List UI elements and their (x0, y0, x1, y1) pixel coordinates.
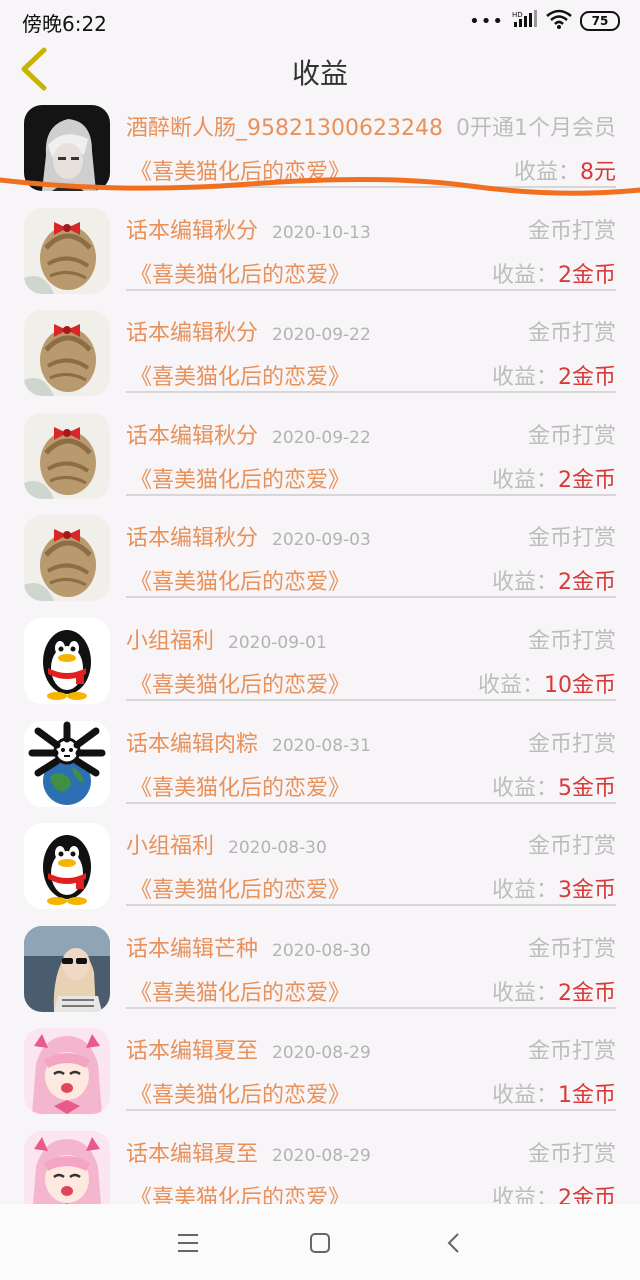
sender-name: 话本编辑夏至 2020-08-29 (126, 1141, 371, 1167)
income-type: 0开通1个月会员 (456, 116, 616, 141)
date-label: 2020-09-03 (272, 530, 371, 551)
list-item[interactable]: 话本编辑秋分 2020-10-13 金币打赏 《喜美猫化后的恋爱》 收益：2金币 (0, 201, 640, 304)
sender-name: 话本编辑秋分 2020-10-13 (126, 218, 371, 244)
income-value: 收益：2金币 (491, 467, 616, 493)
list-item[interactable]: 话本编辑秋分 2020-09-22 金币打赏 《喜美猫化后的恋爱》 收益：2金币 (0, 406, 640, 509)
date-label: 2020-10-13 (272, 222, 371, 243)
income-value: 收益：8元 (513, 160, 616, 185)
sender-name: 话本编辑芒种 2020-08-30 (126, 936, 371, 962)
menu-icon (178, 1234, 198, 1252)
list-item[interactable]: 小组福利 2020-09-01 金币打赏 《喜美猫化后的恋爱》 收益：10金币 (0, 611, 640, 714)
income-value: 收益：10金币 (477, 672, 616, 698)
sender-name: 话本编辑肉粽 2020-08-31 (126, 731, 371, 757)
date-label: 2020-08-29 (272, 1043, 371, 1064)
system-nav-bar (0, 1204, 640, 1280)
sender-name: 酒醉断人肠_95821300623248 (126, 116, 443, 141)
date-label: 2020-09-22 (272, 427, 371, 448)
status-icons: ••• HD 75 (469, 9, 620, 33)
list-item[interactable]: 酒醉断人肠_95821300623248 0开通1个月会员 《喜美猫化后的恋爱》 收… (0, 98, 640, 201)
list-item[interactable]: 话本编辑秋分 2020-09-03 金币打赏 《喜美猫化后的恋爱》 收益：2金币 (0, 508, 640, 611)
more-dots-icon: ••• (469, 10, 504, 32)
income-value: 收益：3金币 (491, 878, 616, 904)
red-bow-hair-avatar (24, 208, 110, 294)
date-label: 2020-08-29 (272, 1145, 371, 1166)
income-type: 金币打赏 (527, 526, 616, 552)
date-label: 2020-09-22 (272, 325, 371, 346)
income-value: 收益：1金币 (491, 1083, 616, 1109)
book-title: 《喜美猫化后的恋爱》 (130, 262, 351, 288)
sender-name: 话本编辑秋分 2020-09-03 (126, 526, 371, 552)
income-type: 金币打赏 (527, 936, 616, 962)
signal-icon: HD (512, 10, 538, 32)
back-triangle-icon (447, 1233, 459, 1253)
book-title: 《喜美猫化后的恋爱》 (130, 365, 351, 391)
nav-back-button[interactable] (434, 1226, 474, 1262)
date-label: 2020-09-01 (228, 632, 327, 653)
date-label: 2020-08-31 (272, 735, 371, 756)
book-title: 《喜美猫化后的恋爱》 (130, 775, 351, 801)
date-label: 2020-08-30 (272, 940, 371, 961)
income-value: 收益：2金币 (491, 365, 616, 391)
income-list: 酒醉断人肠_95821300623248 0开通1个月会员 《喜美猫化后的恋爱》收… (0, 98, 640, 1227)
income-type: 金币打赏 (527, 423, 616, 449)
sender-name: 话本编辑秋分 2020-09-22 (126, 423, 371, 449)
income-type: 金币打赏 (527, 1141, 616, 1167)
red-bow-hair-avatar (24, 515, 110, 601)
red-bow-hair-avatar (24, 310, 110, 396)
income-value: 收益：2金币 (491, 262, 616, 288)
status-time: 傍晚6:22 (22, 12, 107, 36)
book-title: 《喜美猫化后的恋爱》 (130, 570, 351, 596)
income-type: 金币打赏 (527, 731, 616, 757)
earth-creature-avatar (24, 721, 110, 807)
book-title: 《喜美猫化后的恋爱》 (130, 980, 351, 1006)
battery-indicator: 75 (580, 11, 620, 31)
book-title: 《喜美猫化后的恋爱》 (130, 672, 351, 698)
home-square-icon (310, 1233, 330, 1253)
book-title: 《喜美猫化后的恋爱》 (130, 160, 351, 185)
book-title: 《喜美猫化后的恋爱》 (130, 1083, 351, 1109)
income-type: 金币打赏 (527, 218, 616, 244)
book-title: 《喜美猫化后的恋爱》 (130, 878, 351, 904)
sunglasses-girl-avatar (24, 926, 110, 1012)
income-value: 收益：2金币 (491, 980, 616, 1006)
list-item[interactable]: 话本编辑夏至 2020-08-29 金币打赏 《喜美猫化后的恋爱》 收益：1金币 (0, 1021, 640, 1124)
income-type: 金币打赏 (527, 321, 616, 347)
app-header: 收益 (0, 40, 640, 98)
page-title: 收益 (291, 57, 348, 90)
sender-name: 话本编辑夏至 2020-08-29 (126, 1039, 371, 1065)
income-value: 收益：5金币 (491, 775, 616, 801)
status-bar: 傍晚6:22 ••• HD 75 (0, 0, 640, 40)
list-item[interactable]: 小组福利 2020-08-30 金币打赏 《喜美猫化后的恋爱》 收益：3金币 (0, 816, 640, 919)
date-label: 2020-08-30 (228, 838, 327, 859)
anime-boy-avatar (24, 105, 110, 191)
menu-button[interactable] (168, 1226, 208, 1262)
list-item[interactable]: 话本编辑肉粽 2020-08-31 金币打赏 《喜美猫化后的恋爱》 收益：5金币 (0, 714, 640, 817)
qq-penguin-avatar (24, 823, 110, 909)
home-button[interactable] (300, 1226, 340, 1262)
income-type: 金币打赏 (527, 834, 616, 860)
list-item[interactable]: 话本编辑秋分 2020-09-22 金币打赏 《喜美猫化后的恋爱》 收益：2金币 (0, 303, 640, 406)
sender-name: 小组福利 2020-08-30 (126, 834, 327, 860)
qq-penguin-avatar (24, 618, 110, 704)
income-value: 收益：2金币 (491, 570, 616, 596)
red-bow-hair-avatar (24, 413, 110, 499)
pink-anime-girl-avatar (24, 1028, 110, 1114)
wifi-icon (546, 9, 572, 33)
sender-name: 话本编辑秋分 2020-09-22 (126, 321, 371, 347)
income-type: 金币打赏 (527, 628, 616, 654)
svg-text:HD: HD (512, 11, 523, 19)
sender-name: 小组福利 2020-09-01 (126, 628, 327, 654)
list-item[interactable]: 话本编辑芒种 2020-08-30 金币打赏 《喜美猫化后的恋爱》 收益：2金币 (0, 919, 640, 1022)
book-title: 《喜美猫化后的恋爱》 (130, 467, 351, 493)
income-type: 金币打赏 (527, 1039, 616, 1065)
